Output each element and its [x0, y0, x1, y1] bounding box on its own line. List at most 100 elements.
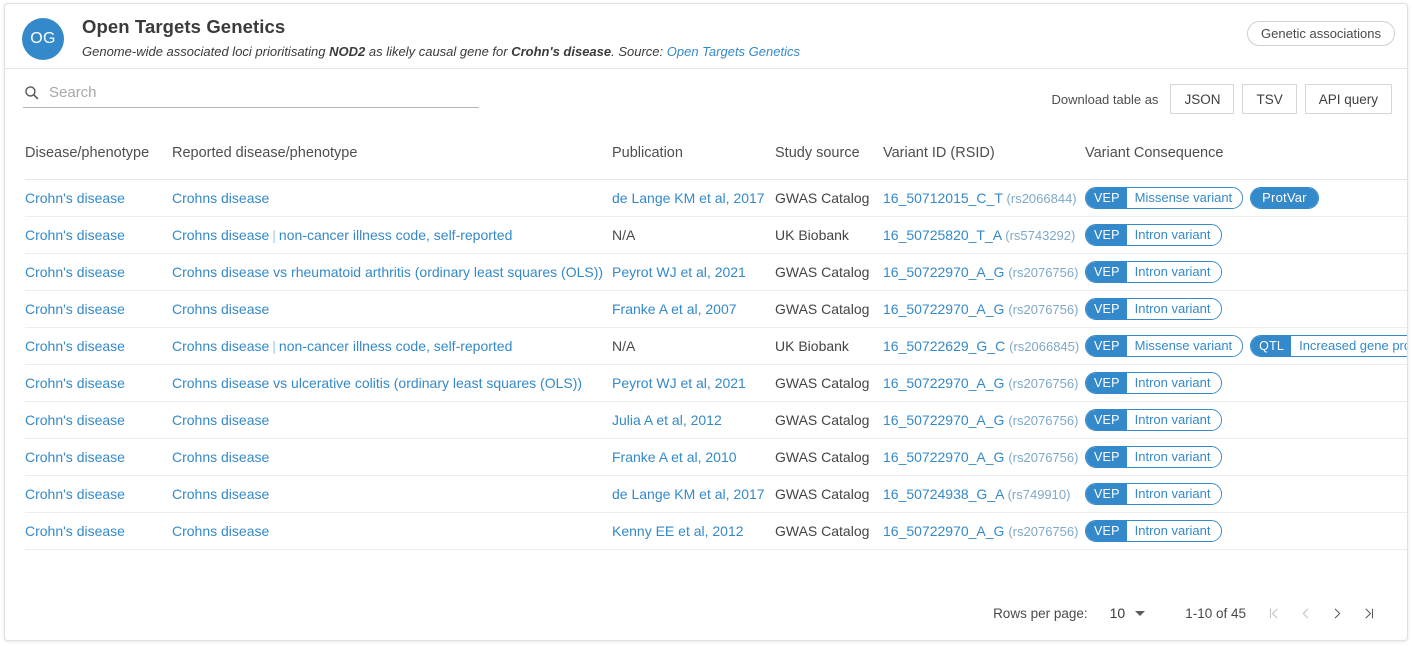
variant-id-link[interactable]: 16_50722970_A_G — [883, 301, 1004, 317]
api-query-button[interactable]: API query — [1304, 84, 1392, 114]
variant-id-link[interactable]: 16_50722970_A_G — [883, 264, 1004, 280]
column-header-study-source[interactable]: Study source — [775, 127, 883, 180]
consequence-chip[interactable]: VEP Intron variant — [1085, 482, 1222, 505]
source-link[interactable]: Open Targets Genetics — [667, 44, 800, 59]
disease-link[interactable]: Crohn's disease — [25, 190, 125, 206]
consequence-chip-key: QTL — [1251, 335, 1292, 356]
disease-link[interactable]: Crohn's disease — [25, 486, 125, 502]
consequence-chip[interactable]: VEP Intron variant — [1085, 445, 1222, 468]
consequence-chip[interactable]: VEP Intron variant — [1085, 371, 1222, 394]
reported-disease-link[interactable]: Crohns disease vs ulcerative colitis (or… — [172, 375, 582, 391]
variant-id-link[interactable]: 16_50722970_A_G — [883, 523, 1004, 539]
pagination-range-label: 1-10 of 45 — [1185, 605, 1246, 621]
first-page-button[interactable] — [1257, 598, 1289, 628]
consequence-chip[interactable]: VEP Missense variant — [1085, 334, 1244, 357]
column-header-variant-consequence[interactable]: Variant Consequence — [1085, 127, 1407, 180]
open-targets-genetics-logo: OG — [22, 18, 64, 60]
disease-link[interactable]: Crohn's disease — [25, 375, 125, 391]
variant-rsid: (rs749910) — [1007, 486, 1071, 502]
consequence-chip[interactable]: VEP Intron variant — [1085, 260, 1222, 283]
study-source-value: GWAS Catalog — [775, 263, 870, 280]
publication-link[interactable]: Peyrot WJ et al, 2021 — [612, 264, 746, 280]
variant-id-link[interactable]: 16_50722970_A_G — [883, 412, 1004, 428]
disease-link[interactable]: Crohn's disease — [25, 227, 125, 243]
reported-disease-extra-link[interactable]: non-cancer illness code, self-reported — [279, 227, 512, 243]
consequence-chip-group: VEP Intron variant — [1085, 445, 1407, 468]
subtitle-part-2: as likely causal gene for — [365, 44, 512, 59]
cell-disease-phenotype: Crohn's disease — [25, 290, 172, 328]
cell-reported-disease-phenotype: Crohns disease — [172, 475, 612, 513]
status-badge: Genetic associations — [1247, 21, 1395, 46]
publication-link[interactable]: Peyrot WJ et al, 2021 — [612, 375, 746, 391]
variant-rsid: (rs2066844) — [1006, 190, 1077, 206]
column-header-variant-id[interactable]: Variant ID (RSID) — [883, 127, 1085, 180]
variant-rsid: (rs2076756) — [1008, 523, 1079, 539]
disease-link[interactable]: Crohn's disease — [25, 264, 125, 280]
consequence-chip-group: VEP Intron variant — [1085, 519, 1407, 542]
header-text-block: Open Targets Genetics Genome-wide associ… — [82, 16, 1393, 60]
reported-disease-extra-link[interactable]: non-cancer illness code, self-reported — [279, 338, 512, 354]
rows-per-page-select[interactable]: 10 — [1110, 605, 1146, 621]
publication-link[interactable]: Franke A et al, 2007 — [612, 301, 737, 317]
disease-link[interactable]: Crohn's disease — [25, 523, 125, 539]
next-page-button[interactable] — [1321, 598, 1353, 628]
disease-link[interactable]: Crohn's disease — [25, 412, 125, 428]
disease-link[interactable]: Crohn's disease — [25, 301, 125, 317]
publication-link[interactable]: de Lange KM et al, 2017 — [612, 486, 765, 502]
table-row: Crohn's disease Crohns disease Franke A et… — [25, 290, 1407, 328]
consequence-chip[interactable]: VEP Intron variant — [1085, 297, 1222, 320]
download-json-button[interactable]: JSON — [1170, 84, 1235, 114]
cell-disease-phenotype: Crohn's disease — [25, 253, 172, 291]
consequence-chip-group: VEP Intron variant — [1085, 260, 1407, 283]
column-header-disease-phenotype[interactable]: Disease/phenotype — [25, 127, 172, 180]
cell-variant-consequence: VEP Intron variant — [1085, 253, 1407, 291]
reported-disease-link[interactable]: Crohns disease — [172, 449, 269, 465]
variant-rsid: (rs2076756) — [1008, 375, 1079, 391]
publication-link[interactable]: Kenny EE et al, 2012 — [612, 523, 744, 539]
column-header-publication[interactable]: Publication — [612, 127, 775, 180]
study-source-value: GWAS Catalog — [775, 374, 870, 391]
variant-id-link[interactable]: 16_50725820_T_A — [883, 227, 1001, 243]
consequence-chip[interactable]: VEP Intron variant — [1085, 223, 1222, 246]
cell-study-source: GWAS Catalog — [775, 401, 883, 439]
publication-link[interactable]: de Lange KM et al, 2017 — [612, 190, 765, 206]
variant-id-link[interactable]: 16_50724938_G_A — [883, 486, 1004, 502]
disease-link[interactable]: Crohn's disease — [25, 449, 125, 465]
reported-disease-link[interactable]: Crohns disease — [172, 190, 269, 206]
reported-separator: | — [272, 226, 276, 243]
consequence-chip[interactable]: ProtVar — [1250, 186, 1319, 209]
first-page-icon — [1269, 608, 1277, 618]
reported-disease-link[interactable]: Crohns disease — [172, 486, 269, 502]
column-header-reported-disease-phenotype[interactable]: Reported disease/phenotype — [172, 127, 612, 180]
consequence-chip[interactable]: QTLIncreased gene product level — [1250, 334, 1407, 357]
cell-variant-consequence: VEP Missense variant ProtVar — [1085, 179, 1407, 217]
cell-variant-id: 16_50722970_A_G (rs2076756) — [883, 253, 1085, 291]
reported-disease-link[interactable]: Crohns disease vs rheumatoid arthritis (… — [172, 264, 603, 280]
variant-id-link[interactable]: 16_50722970_A_G — [883, 375, 1004, 391]
disease-link[interactable]: Crohn's disease — [25, 338, 125, 354]
reported-disease-link[interactable]: Crohns disease — [172, 227, 269, 243]
consequence-chip[interactable]: VEP Intron variant — [1085, 519, 1222, 542]
reported-disease-link[interactable]: Crohns disease — [172, 338, 269, 354]
variant-id-link[interactable]: 16_50722629_G_C — [883, 338, 1005, 354]
reported-disease-link[interactable]: Crohns disease — [172, 412, 269, 428]
table-row: Crohn's disease Crohns disease Kenny EE et… — [25, 512, 1407, 550]
variant-id-link[interactable]: 16_50722970_A_G — [883, 449, 1004, 465]
consequence-chip[interactable]: VEP Intron variant — [1085, 408, 1222, 431]
publication-link[interactable]: Julia A et al, 2012 — [612, 412, 722, 428]
publication-link[interactable]: Franke A et al, 2010 — [612, 449, 737, 465]
search-input[interactable] — [47, 83, 479, 102]
cell-study-source: GWAS Catalog — [775, 179, 883, 217]
last-page-button[interactable] — [1353, 598, 1385, 628]
consequence-chip-key: VEP — [1086, 372, 1127, 393]
publication-value: N/A — [612, 226, 636, 243]
reported-disease-link[interactable]: Crohns disease — [172, 523, 269, 539]
consequence-chip[interactable]: VEP Missense variant — [1085, 186, 1244, 209]
download-tsv-button[interactable]: TSV — [1242, 84, 1297, 114]
previous-page-button[interactable] — [1289, 598, 1321, 628]
chevron-down-icon — [1135, 610, 1146, 616]
search-box[interactable] — [23, 83, 479, 108]
cell-disease-phenotype: Crohn's disease — [25, 327, 172, 365]
variant-id-link[interactable]: 16_50712015_C_T — [883, 190, 1003, 206]
reported-disease-link[interactable]: Crohns disease — [172, 301, 269, 317]
